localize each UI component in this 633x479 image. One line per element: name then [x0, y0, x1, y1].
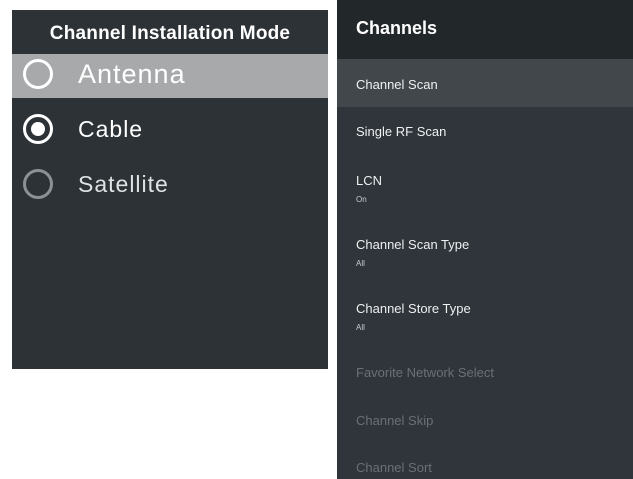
menu-item-label: Channel Scan — [356, 77, 438, 92]
menu-item-channel-skip: Channel Skip — [337, 400, 633, 440]
channels-menu: Channels Channel Scan Single RF Scan LCN… — [337, 0, 633, 479]
menu-item-label: Channel Scan Type — [356, 237, 470, 252]
radio-unchecked-icon — [23, 169, 53, 199]
menu-item-label: Channel Sort — [356, 460, 432, 475]
menu-item-lcn[interactable]: LCN On — [337, 160, 633, 216]
radio-checked-icon — [23, 114, 53, 144]
menu-item-channel-store-type[interactable]: Channel Store Type All — [337, 288, 633, 344]
menu-item-single-rf-scan[interactable]: Single RF Scan — [337, 107, 633, 155]
option-label: Cable — [78, 116, 144, 142]
menu-item-value: All — [356, 259, 365, 268]
channels-header: Channels — [337, 0, 633, 59]
dialog-title: Channel Installation Mode — [49, 23, 291, 44]
radio-unchecked-icon — [23, 59, 53, 89]
menu-item-value: All — [356, 323, 365, 332]
page-title: Channels — [356, 18, 438, 38]
option-satellite[interactable]: Satellite — [12, 164, 328, 208]
option-label: Antenna — [78, 59, 186, 89]
menu-item-label: Favorite Network Select — [356, 365, 494, 380]
radio-dot — [31, 122, 45, 136]
menu-item-favorite-network-select: Favorite Network Select — [337, 352, 633, 392]
menu-item-channel-sort: Channel Sort — [337, 447, 633, 479]
option-cable[interactable]: Cable — [12, 109, 328, 153]
menu-item-label: Single RF Scan — [356, 124, 447, 139]
channel-installation-mode-dialog: Channel Installation Mode Antenna Cable … — [12, 10, 328, 369]
menu-item-label: LCN — [356, 173, 383, 188]
screenshot-stage: Channel Installation Mode Antenna Cable … — [0, 0, 633, 479]
menu-item-label: Channel Store Type — [356, 301, 471, 316]
menu-item-value: On — [356, 195, 367, 204]
option-antenna[interactable]: Antenna — [12, 54, 328, 98]
menu-item-channel-scan[interactable]: Channel Scan — [337, 59, 633, 107]
menu-item-channel-scan-type[interactable]: Channel Scan Type All — [337, 224, 633, 280]
option-label: Satellite — [78, 171, 169, 197]
menu-item-label: Channel Skip — [356, 413, 434, 428]
